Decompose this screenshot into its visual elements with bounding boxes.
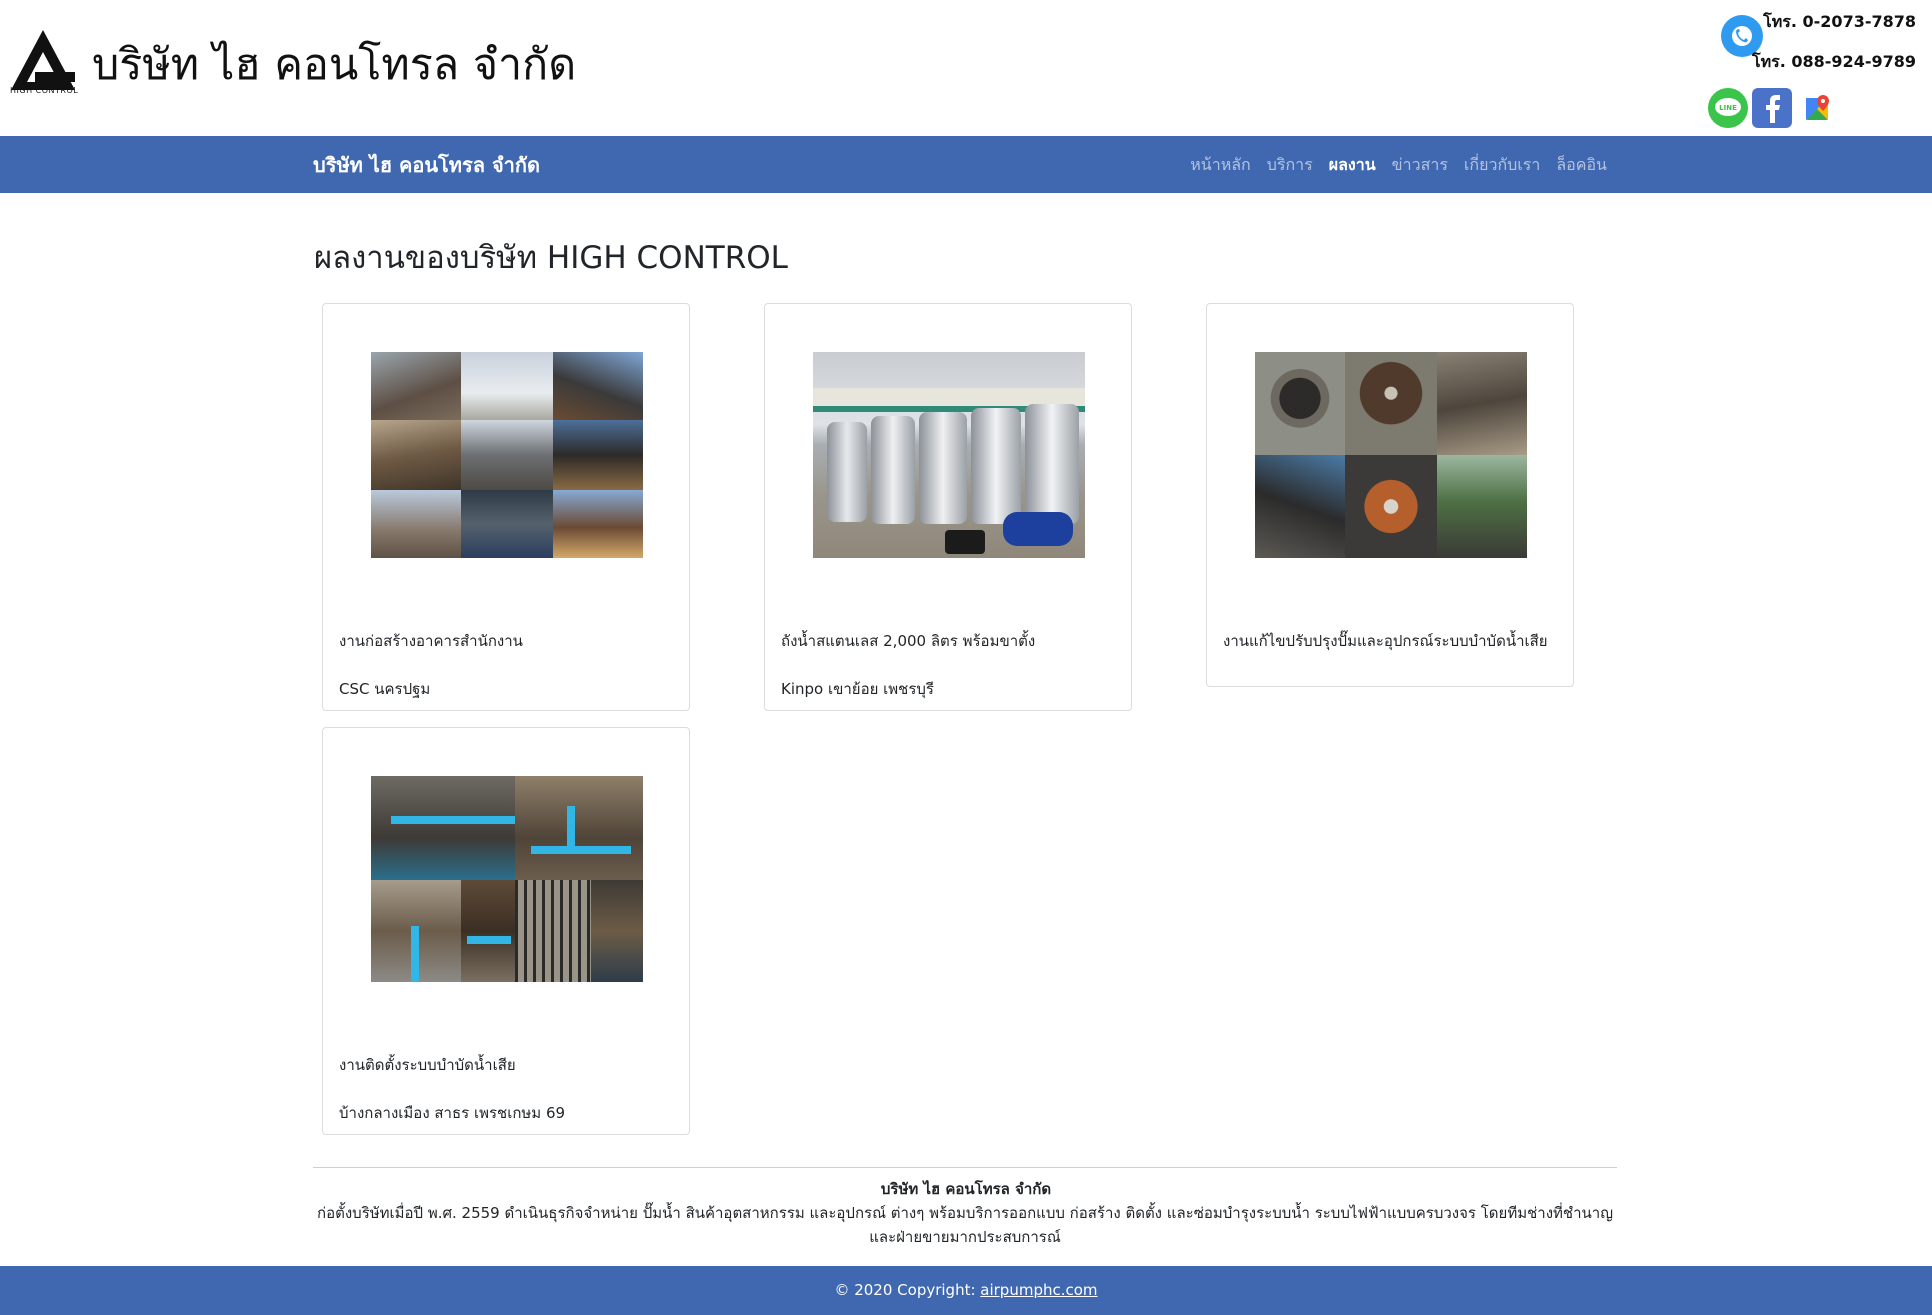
navbar-brand[interactable]: บริษัท ไฮ คอนโทรล จำกัด	[313, 149, 540, 181]
portfolio-image-pump-repair[interactable]	[1255, 352, 1527, 558]
phone-number-1[interactable]: โทร. 0-2073-7878	[1763, 10, 1916, 35]
copyright-text: © 2020 Copyright:	[834, 1281, 981, 1299]
nav-link-services[interactable]: บริการ	[1267, 153, 1313, 178]
svg-text:LINE: LINE	[1719, 104, 1737, 112]
portfolio-image-water-tanks[interactable]	[813, 352, 1085, 558]
card-subtitle: บ้างกลางเมือง สาธร เพรชเกษม 69	[339, 1104, 566, 1122]
company-name-heading: บริษัท ไฮ คอนโทรล จำกัด	[92, 40, 577, 90]
nav-link-portfolio[interactable]: ผลงาน	[1329, 153, 1376, 178]
footer-divider	[313, 1167, 1617, 1168]
nav-link-about[interactable]: เกี่ยวกับเรา	[1464, 153, 1540, 178]
copyright-bar: © 2020 Copyright: airpumphc.com	[0, 1266, 1932, 1315]
portfolio-card[interactable]: ถังน้ำสแตนเลส 2,000 ลิตร พร้อมขาตั้ง Kin…	[764, 303, 1132, 711]
portfolio-image-construction[interactable]	[371, 352, 643, 558]
footer-company-name: บริษัท ไฮ คอนโทรล จำกัด	[880, 1180, 1052, 1198]
main-navbar: บริษัท ไฮ คอนโทรล จำกัด หน้าหลัก บริการ …	[0, 136, 1932, 193]
nav-link-home[interactable]: หน้าหลัก	[1190, 153, 1251, 178]
copyright-link[interactable]: airpumphc.com	[980, 1281, 1097, 1299]
card-subtitle: CSC นครปฐม	[339, 680, 431, 698]
portfolio-card[interactable]: งานก่อสร้างอาคารสำนักงาน CSC นครปฐม	[322, 303, 690, 711]
footer-description: ก่อตั้งบริษัทเมื่อปี พ.ศ. 2559 ดำเนินธุร…	[317, 1204, 1613, 1246]
card-title: งานแก้ไขปรับปรุงปั๊มและอุปกรณ์ระบบบำบัดน…	[1223, 632, 1548, 650]
card-subtitle: Kinpo เขาย้อย เพชรบุรี	[781, 680, 934, 698]
portfolio-card[interactable]: งานแก้ไขปรับปรุงปั๊มและอุปกรณ์ระบบบำบัดน…	[1206, 303, 1574, 687]
portfolio-image-wastewater-installation[interactable]	[371, 776, 643, 982]
page-title: ผลงานของบริษัท HIGH CONTROL	[314, 240, 788, 276]
google-maps-icon[interactable]	[1798, 88, 1838, 128]
card-title: ถังน้ำสแตนเลส 2,000 ลิตร พร้อมขาตั้ง	[781, 632, 1036, 650]
nav-link-login[interactable]: ล็อคอิน	[1556, 153, 1607, 178]
nav-link-news[interactable]: ข่าวสาร	[1392, 153, 1448, 178]
phone-number-2[interactable]: โทร. 088-924-9789	[1752, 50, 1916, 75]
site-header: HIGH CONTROL บริษัท ไฮ คอนโทรล จำกัด โทร…	[0, 0, 1932, 136]
facebook-icon[interactable]	[1752, 88, 1792, 128]
logo-text: HIGH CONTROL	[10, 86, 79, 95]
card-title: งานติดตั้งระบบบำบัดน้ำเสีย	[339, 1056, 516, 1074]
card-title: งานก่อสร้างอาคารสำนักงาน	[339, 632, 523, 650]
line-icon[interactable]: LINE	[1708, 88, 1748, 128]
portfolio-card[interactable]: งานติดตั้งระบบบำบัดน้ำเสีย บ้างกลางเมือง…	[322, 727, 690, 1135]
nav-links: หน้าหลัก บริการ ผลงาน ข่าวสาร เกี่ยวกับเ…	[1190, 153, 1607, 178]
